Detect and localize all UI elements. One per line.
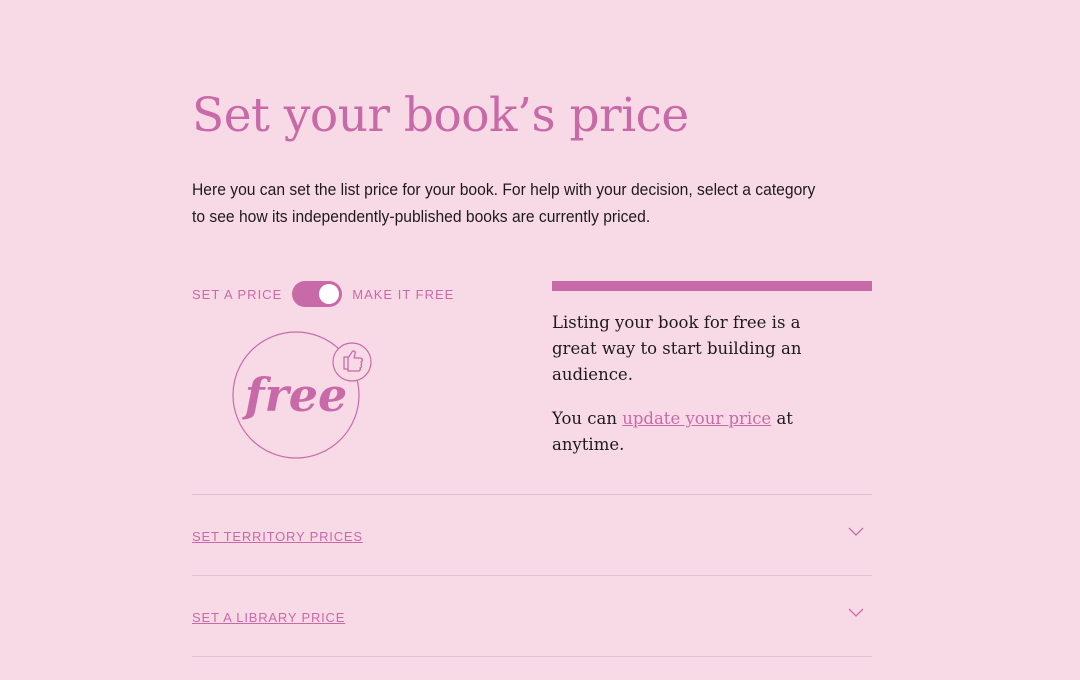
thumbs-up-icon xyxy=(332,342,372,382)
free-info-text: Listing your book for free is a great wa… xyxy=(552,310,802,476)
free-badge: free xyxy=(232,331,372,459)
toggle-knob xyxy=(319,284,340,304)
intro-text: Here you can set the list price for your… xyxy=(192,180,816,226)
info-paragraph-1: Listing your book for free is a great wa… xyxy=(552,313,802,384)
divider xyxy=(192,656,872,657)
library-price-accordion[interactable]: SET A LIBRARY PRICE xyxy=(192,575,872,656)
price-toggle-row: SET A PRICE MAKE IT FREE xyxy=(192,281,454,307)
set-a-price-label[interactable]: SET A PRICE xyxy=(192,287,282,302)
info-para2-prefix: You can xyxy=(552,409,623,428)
territory-prices-label[interactable]: SET TERRITORY PRICES xyxy=(192,529,363,544)
library-price-label[interactable]: SET A LIBRARY PRICE xyxy=(192,610,345,625)
free-badge-text: free xyxy=(242,368,348,422)
territory-prices-accordion[interactable]: SET TERRITORY PRICES xyxy=(192,494,872,575)
info-paragraph-2: You can update your price at anytime. xyxy=(552,406,802,458)
make-it-free-label[interactable]: MAKE IT FREE xyxy=(352,287,454,302)
chevron-down-icon[interactable] xyxy=(848,527,864,537)
chevron-down-icon[interactable] xyxy=(848,608,864,618)
free-price-toggle[interactable] xyxy=(292,281,343,307)
page-title: Set your book’s price xyxy=(192,88,689,143)
update-price-link[interactable]: update your price xyxy=(622,409,771,428)
info-accent-bar xyxy=(552,281,872,291)
